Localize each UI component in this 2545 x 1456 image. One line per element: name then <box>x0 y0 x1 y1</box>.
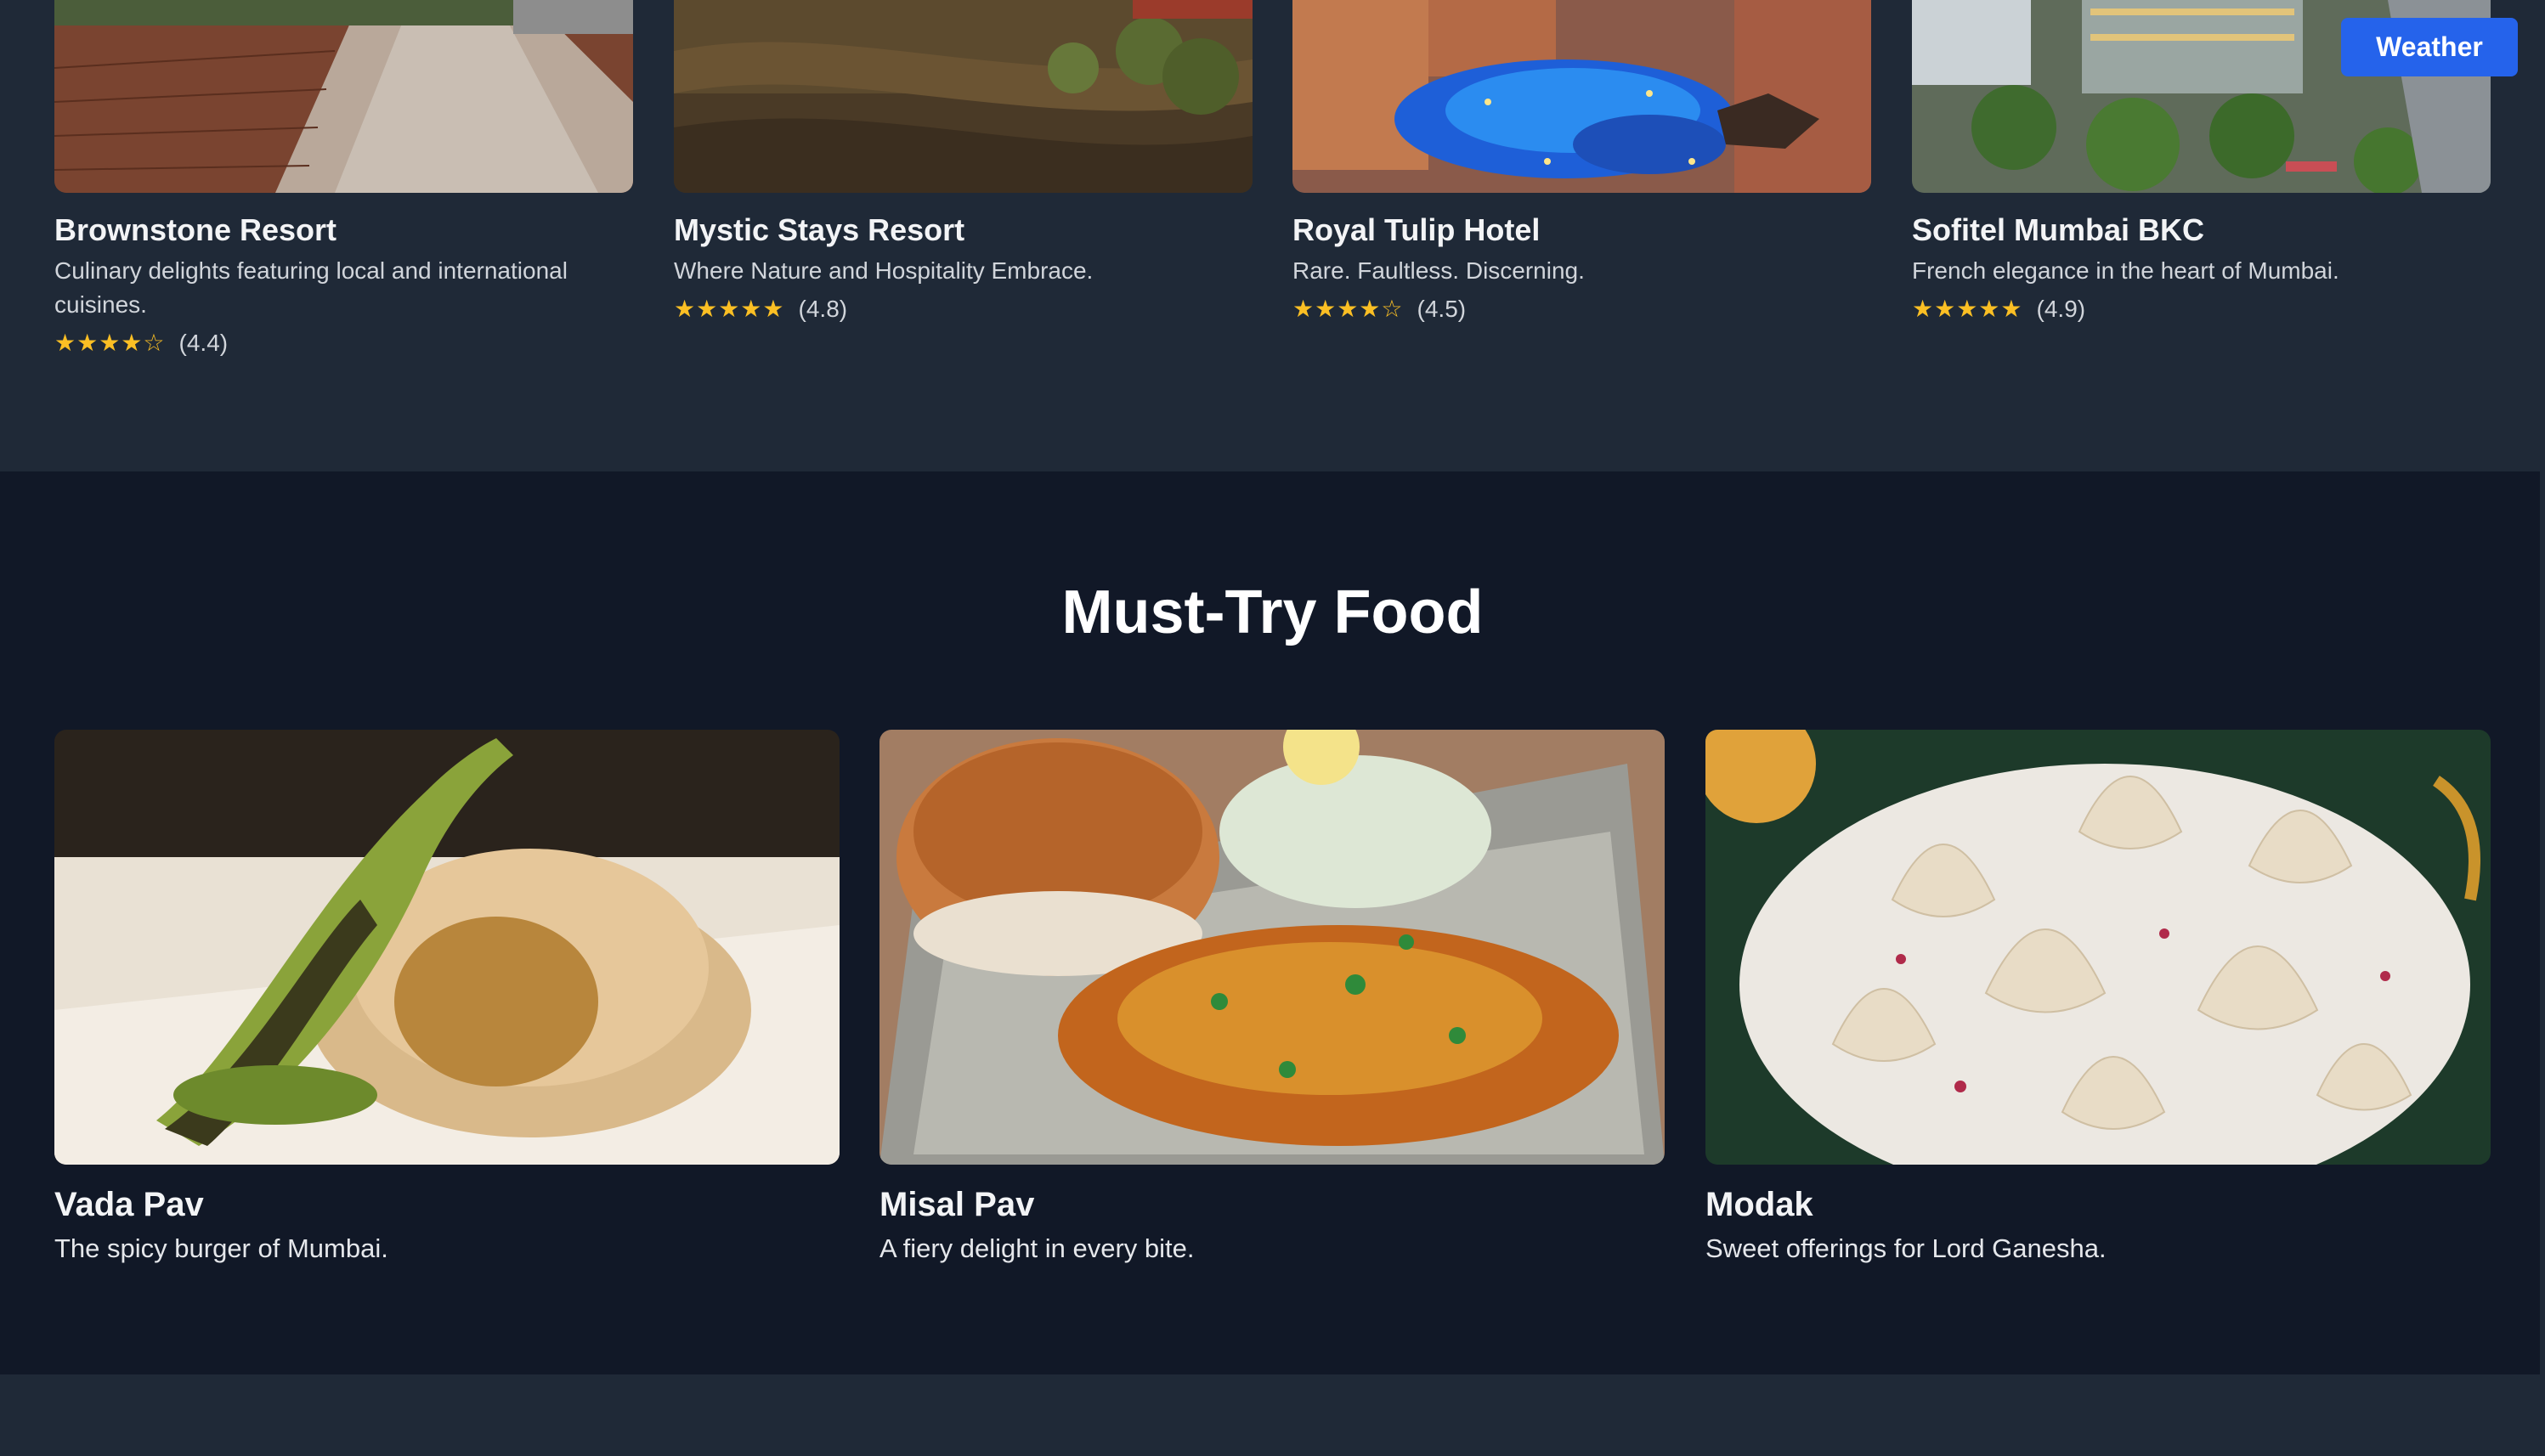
stay-description: Culinary delights featuring local and in… <box>54 257 568 318</box>
weather-button[interactable]: Weather <box>2341 18 2518 76</box>
section-title: Must-Try Food <box>1061 578 1484 646</box>
star-rating-icon: ★★★★★ <box>1912 295 2023 323</box>
stay-name: Royal Tulip Hotel <box>1292 212 1541 247</box>
stay-name: Mystic Stays Resort <box>674 212 965 247</box>
rating-value: (4.4) <box>178 329 229 356</box>
stay-rating: ★★★★★ (4.8) <box>674 295 847 323</box>
rating-value: (4.8) <box>798 295 848 322</box>
stay-description: Rare. Faultless. Discerning. <box>1292 257 1585 284</box>
food-section: Must-Try Food Vada Pav The spicy burger … <box>0 471 2545 1374</box>
food-image-misal-pav[interactable] <box>879 730 1665 1165</box>
stay-rating: ★★★★☆ (4.4) <box>54 329 228 357</box>
rating-value: (4.9) <box>2036 295 2086 322</box>
food-name: Vada Pav <box>54 1186 204 1223</box>
stays-section: Brownstone Resort Culinary delights feat… <box>0 0 2545 471</box>
food-card-modak[interactable]: Modak Sweet offerings for Lord Ganesha. <box>1705 730 2491 1263</box>
stay-card-brownstone[interactable]: Brownstone Resort Culinary delights feat… <box>54 0 633 357</box>
stay-rating: ★★★★☆ (4.5) <box>1292 295 1466 323</box>
food-name: Modak <box>1705 1186 1813 1223</box>
stay-description: French elegance in the heart of Mumbai. <box>1912 257 2339 284</box>
food-card-misal-pav[interactable]: Misal Pav A fiery delight in every bite. <box>879 730 1665 1263</box>
footer <box>0 1374 2545 1456</box>
stay-card-royal-tulip[interactable]: Royal Tulip Hotel Rare. Faultless. Disce… <box>1292 0 1871 323</box>
food-card-vada-pav[interactable]: Vada Pav The spicy burger of Mumbai. <box>54 730 840 1263</box>
scrollbar[interactable] <box>2540 0 2545 1456</box>
food-name: Misal Pav <box>879 1186 1035 1223</box>
food-description: Sweet offerings for Lord Ganesha. <box>1705 1233 2107 1263</box>
star-rating-icon: ★★★★☆ <box>54 329 166 357</box>
star-rating-icon: ★★★★☆ <box>1292 295 1404 323</box>
stay-name: Sofitel Mumbai BKC <box>1912 212 2205 247</box>
stay-description: Where Nature and Hospitality Embrace. <box>674 257 1094 284</box>
food-image-modak[interactable] <box>1705 730 2491 1165</box>
stay-image-royal-tulip[interactable] <box>1292 0 1871 193</box>
food-image-vada-pav[interactable] <box>54 730 840 1165</box>
stay-image-brownstone[interactable] <box>54 0 633 193</box>
food-description: The spicy burger of Mumbai. <box>54 1233 388 1263</box>
stay-image-mystic[interactable] <box>674 0 1253 193</box>
rating-value: (4.5) <box>1417 295 1467 322</box>
stay-name: Brownstone Resort <box>54 212 337 247</box>
star-rating-icon: ★★★★★ <box>674 295 785 323</box>
stay-card-mystic[interactable]: Mystic Stays Resort Where Nature and Hos… <box>674 0 1253 323</box>
food-description: A fiery delight in every bite. <box>879 1233 1195 1263</box>
stay-rating: ★★★★★ (4.9) <box>1912 295 2085 323</box>
